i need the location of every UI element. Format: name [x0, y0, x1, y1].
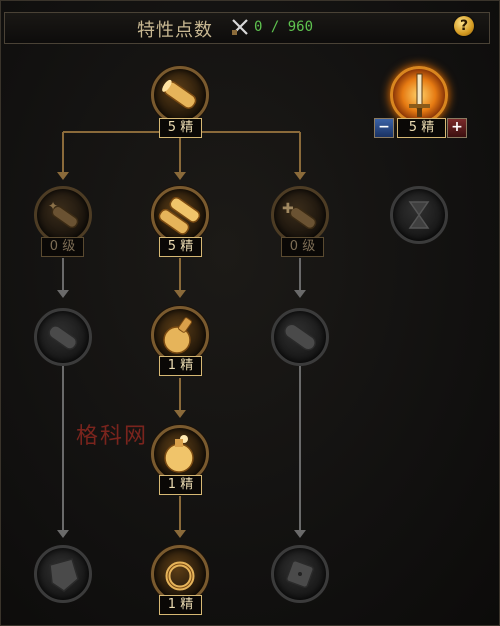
gauntlet-icon [49, 558, 79, 592]
scroll-icon [48, 325, 78, 350]
level-badge-mid-2: 1 精 [159, 356, 202, 376]
svg-text:✦: ✦ [48, 199, 58, 213]
dice-icon [285, 559, 315, 589]
scroll-plus-icon: ✚ [282, 201, 317, 230]
special-talent-node[interactable] [390, 66, 448, 124]
level-badge-mid-3: 1 精 [159, 475, 202, 495]
level-badge-mid-4: 1 精 [159, 595, 202, 615]
level-badge-right-1: 0 级 [281, 237, 324, 257]
talent-panel: 特性点数 0 / 960 ? 5 精 ✦ 0 级 5 精 ✚ 0 级 1 精 1… [0, 0, 500, 626]
scroll-sparkle-icon: ✦ [48, 199, 79, 229]
hourglass-icon [408, 201, 430, 229]
capsule-icon [284, 323, 316, 351]
level-badge-mid-1: 5 精 [159, 237, 202, 257]
talent-node-right-4[interactable] [271, 545, 329, 603]
sword-icon [409, 73, 430, 117]
scroll-icon [162, 79, 197, 109]
level-badge-special: 5 精 [397, 118, 446, 138]
talent-node-mid-1[interactable] [151, 186, 209, 244]
level-badge-left-1: 0 级 [41, 237, 84, 257]
talent-node-right-2[interactable] [271, 308, 329, 366]
increase-button[interactable]: + [447, 118, 467, 138]
talent-node-left-1[interactable]: ✦ [34, 186, 92, 244]
talent-node-top[interactable] [151, 66, 209, 124]
talent-node-right-1[interactable]: ✚ [271, 186, 329, 244]
twin-scroll-icon [158, 196, 201, 235]
talent-node-left-4[interactable] [34, 545, 92, 603]
level-badge-top: 5 精 [159, 118, 202, 138]
decrease-button[interactable]: − [374, 118, 394, 138]
special-talent-node-2[interactable] [390, 186, 448, 244]
talent-node-left-2[interactable] [34, 308, 92, 366]
watermark-text: 格科网 [76, 424, 149, 449]
svg-text:✚: ✚ [282, 201, 294, 217]
